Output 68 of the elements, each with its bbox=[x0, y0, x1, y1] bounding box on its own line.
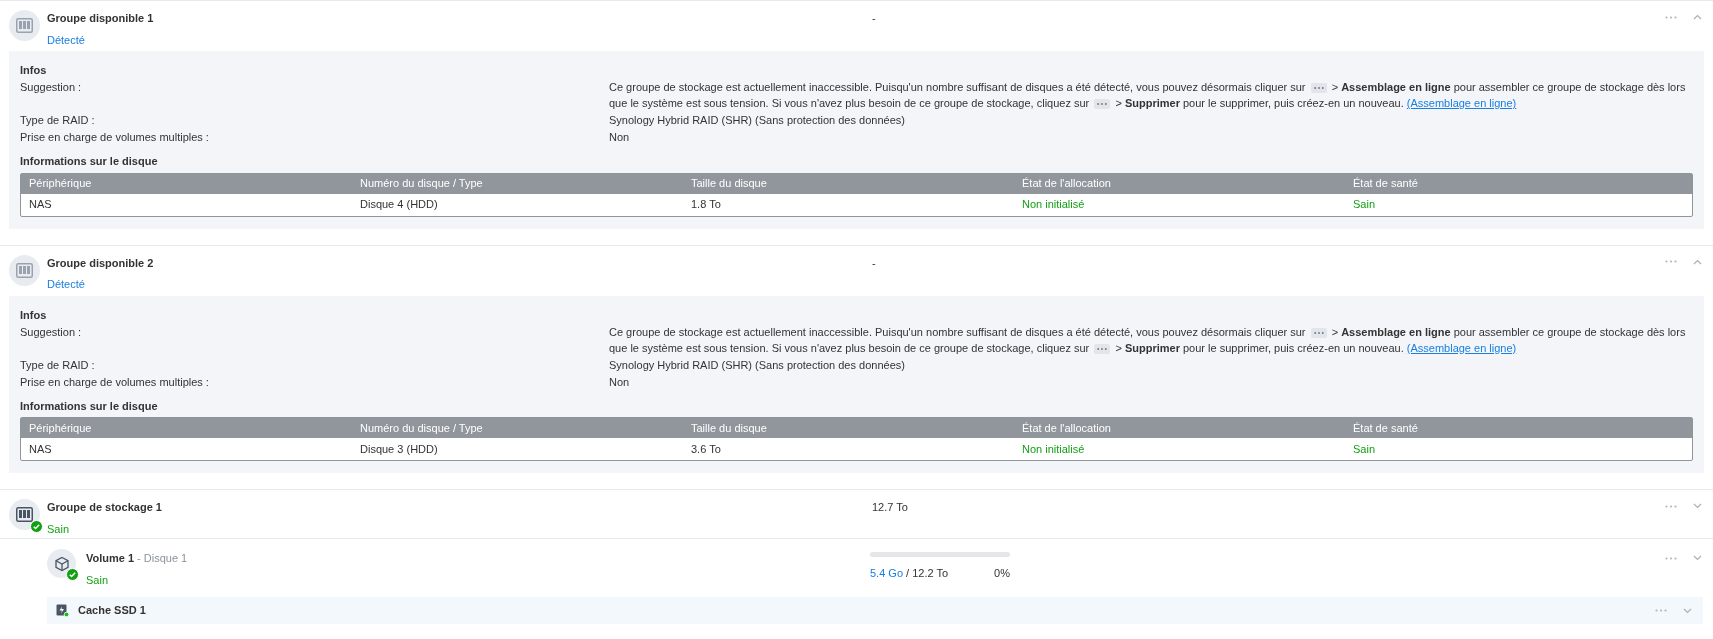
column-header: Numéro du disque / Type bbox=[360, 420, 484, 436]
check-icon bbox=[66, 568, 79, 581]
table-cell-text: Sain bbox=[1353, 197, 1377, 213]
table-cell-text: NAS bbox=[29, 197, 53, 213]
section-heading: Infos bbox=[20, 307, 48, 323]
storage-pool-icon bbox=[16, 262, 33, 278]
info-label: Suggestion : bbox=[20, 80, 83, 95]
info-label: Suggestion : bbox=[20, 324, 83, 340]
cache-title: Cache SSD 1 bbox=[78, 604, 146, 617]
percent-text: 0% bbox=[994, 566, 1010, 581]
table-cell-text: NAS bbox=[29, 441, 53, 457]
info-value: Ce groupe de stockage est actuellement inaccessible. Puisqu'un nombre suffisant de disques a été détecté, vous pouvez désormais cliquer sur > Assemblage en ligne pour assembler ce groupe de stockage dès lors que le système est sous tension. Si vous n'avez plus besoin de ce groupe de stockage, cliquez sur > Supprimer pour le supprimer, puis créez-en un nouveau. (Assemblage en ligne) bbox=[609, 80, 1687, 111]
chevron-down-icon[interactable] bbox=[1693, 553, 1703, 563]
column-header: Périphérique bbox=[29, 420, 93, 436]
section-heading: Informations sur le disque bbox=[20, 398, 159, 414]
volume-subtitle: - Disque 1 bbox=[137, 551, 188, 566]
section-heading: Informations sur le disque bbox=[20, 154, 159, 169]
summary-text: 12.7 To bbox=[872, 501, 908, 513]
group-title: Groupe disponible 2 bbox=[47, 255, 154, 271]
info-label: Type de RAID : bbox=[20, 113, 96, 128]
more-icon bbox=[1310, 327, 1327, 338]
more-icon bbox=[1310, 83, 1327, 94]
status-text: Sain bbox=[86, 572, 109, 588]
column-header: Taille du disque bbox=[691, 176, 768, 192]
total-size: / 12.2 To bbox=[906, 566, 949, 581]
check-icon bbox=[30, 520, 43, 533]
link[interactable]: (Assemblage en ligne) bbox=[1406, 97, 1517, 109]
info-label: Prise en charge de volumes multiples : bbox=[20, 374, 210, 390]
table-cell-text: Non initialisé bbox=[1022, 197, 1086, 213]
table-cell-text: 3.6 To bbox=[691, 441, 722, 457]
info-label: Type de RAID : bbox=[20, 357, 96, 373]
summary-text: - bbox=[872, 256, 876, 269]
info-value: Non bbox=[609, 130, 631, 145]
table-cell-text: 1.8 To bbox=[691, 197, 722, 213]
status-text: Détecté bbox=[47, 277, 85, 292]
table-cell-text: Sain bbox=[1353, 441, 1377, 457]
cube-icon bbox=[53, 555, 70, 572]
column-header: Numéro du disque / Type bbox=[360, 176, 484, 192]
status-text: Détecté bbox=[47, 32, 85, 48]
group-title: Groupe disponible 1 bbox=[47, 11, 154, 26]
status-text: Sain bbox=[47, 521, 70, 537]
column-header: État de santé bbox=[1353, 420, 1419, 436]
chevron-down-icon[interactable] bbox=[1693, 501, 1703, 511]
used-size: 5.4 Go bbox=[870, 566, 904, 581]
section-heading: Infos bbox=[20, 63, 48, 78]
column-header: Périphérique bbox=[29, 176, 93, 192]
group-title: Groupe de stockage 1 bbox=[47, 500, 162, 515]
column-header: Taille du disque bbox=[691, 420, 768, 436]
volume-title: Volume 1 bbox=[86, 551, 135, 566]
table-cell-text: Disque 3 (HDD) bbox=[360, 441, 439, 457]
more-icon bbox=[1094, 343, 1111, 354]
storage-pool-icon bbox=[16, 507, 33, 522]
storage-pool-icon bbox=[16, 18, 33, 33]
table-cell-text: Disque 4 (HDD) bbox=[360, 197, 439, 213]
info-value: Synology Hybrid RAID (SHR) (Sans protection des données) bbox=[609, 357, 906, 373]
link[interactable]: (Assemblage en ligne) bbox=[1406, 341, 1517, 354]
ssd-cache-icon bbox=[56, 604, 69, 617]
table-cell-text: Non initialisé bbox=[1022, 441, 1086, 457]
info-value: Ce groupe de stockage est actuellement inaccessible. Puisqu'un nombre suffisant de disques a été détecté, vous pouvez désormais cliquer sur > Assemblage en ligne pour assembler ce groupe de stockage dès lors que le système est sous tension. Si vous n'avez plus besoin de ce groupe de stockage, cliquez sur > Supprimer pour le supprimer, puis créez-en un nouveau. (Assemblage en ligne) bbox=[609, 324, 1687, 356]
more-icon bbox=[1094, 99, 1111, 110]
column-header: État de santé bbox=[1353, 176, 1419, 192]
info-label: Prise en charge de volumes multiples : bbox=[20, 130, 210, 145]
column-header: État de l'allocation bbox=[1022, 176, 1112, 192]
chevron-up-icon[interactable] bbox=[1693, 12, 1703, 22]
info-value: Non bbox=[609, 374, 631, 390]
column-header: État de l'allocation bbox=[1022, 420, 1112, 436]
summary-text: - bbox=[872, 12, 876, 24]
info-value: Synology Hybrid RAID (SHR) (Sans protection des données) bbox=[609, 113, 906, 128]
